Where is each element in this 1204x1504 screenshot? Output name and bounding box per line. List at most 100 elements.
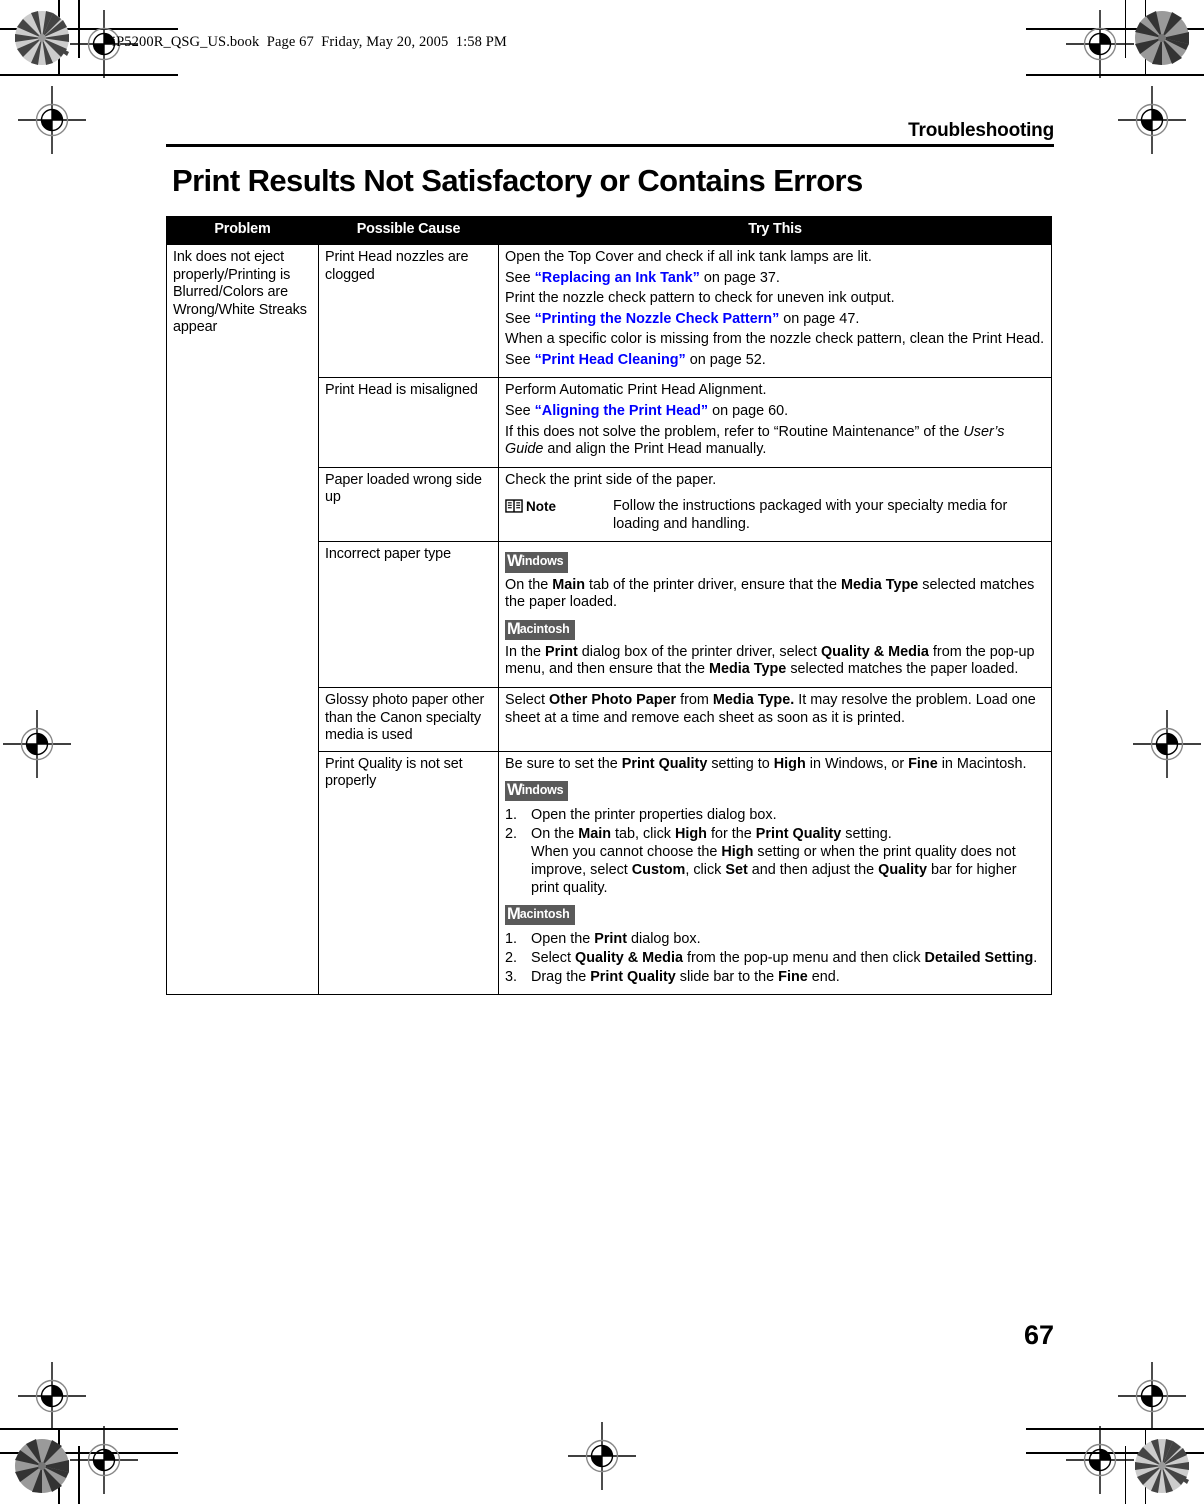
ui-term: Print Quality <box>590 968 676 985</box>
instruction-line: See “Aligning the Print Head” on page 60… <box>505 403 1045 421</box>
crosshair-target-icon <box>568 1422 636 1490</box>
cross-reference-link[interactable]: “Printing the Nozzle Check Pattern” <box>535 311 780 327</box>
list-number: 1. <box>505 807 518 824</box>
text-run: On the <box>505 576 553 593</box>
ui-term: Media Type <box>840 576 919 593</box>
instruction-line: Perform Automatic Print Head Alignment. <box>505 382 767 399</box>
list-item: 3. Drag the Print Quality slide bar to th… <box>505 969 1045 987</box>
instruction-line: Be sure to set the Print Quality setting… <box>505 756 1045 774</box>
crop-line <box>1124 0 1126 58</box>
note-label: Note <box>505 498 613 515</box>
text-run: . <box>1033 949 1038 966</box>
list-number: 3. <box>505 968 518 985</box>
badge-capital: W <box>507 781 523 800</box>
list-number: 2. <box>505 949 518 966</box>
instruction-line: On the Main tab of the printer driver, e… <box>505 577 1045 612</box>
cross-reference-link[interactable]: “Aligning the Print Head” <box>535 403 709 419</box>
crosshair-target-icon <box>1118 86 1186 154</box>
text-run: Be sure to set the <box>505 755 622 772</box>
ui-term: Print <box>545 643 578 660</box>
badge-text: acintosh <box>519 621 570 636</box>
cross-reference-link[interactable]: “Print Head Cleaning” <box>535 352 686 368</box>
crosshair-target-icon <box>3 710 71 778</box>
ui-term: Set <box>725 862 748 879</box>
ui-term: High <box>773 755 806 772</box>
list-item: 1. Open the Print dialog box. <box>505 931 1045 949</box>
macintosh-platform-badge: Macintosh <box>505 904 575 925</box>
badge-text: indows <box>521 554 564 569</box>
crop-line <box>1026 1452 1204 1454</box>
note-text: Follow the instructions packaged with yo… <box>613 498 1008 532</box>
text-run: Open the <box>531 930 595 947</box>
badge-text: indows <box>521 783 564 798</box>
list-item: 2. On the Main tab, click High for the Pr… <box>505 826 1045 897</box>
text-run: setting to <box>707 755 774 772</box>
crop-line <box>0 1452 178 1454</box>
text-run: and align the Print Head manually. <box>543 441 767 458</box>
crop-line <box>0 28 178 30</box>
crosshair-target-icon <box>1133 710 1201 778</box>
instruction-line: Check the print side of the paper. <box>505 471 717 488</box>
crop-line <box>1144 1428 1146 1504</box>
ui-term: Print Quality <box>621 755 708 772</box>
book-icon <box>505 499 523 513</box>
list-item: 1. Open the printer properties dialog box… <box>505 807 1045 825</box>
text-run: Drag the <box>531 968 591 985</box>
instruction-line: Open the Top Cover and check if all ink … <box>505 249 872 266</box>
crop-line <box>78 0 80 58</box>
instruction-line: Print the nozzle check pattern to check … <box>505 290 895 307</box>
text-run: tab, click <box>610 826 675 843</box>
crosshair-target-icon <box>1066 10 1134 78</box>
ui-term: Media Type. <box>712 692 795 709</box>
chapter-heading: Troubleshooting <box>908 120 1054 141</box>
crop-line <box>0 1428 178 1430</box>
badge-capital: M <box>507 904 521 923</box>
text-run: on page 52. <box>685 351 766 368</box>
star-target-icon <box>15 1439 69 1493</box>
badge-capital: W <box>507 552 523 571</box>
text-run: in Windows, or <box>805 755 909 772</box>
ui-term: High <box>674 826 707 843</box>
file-header-stamp: iP5200R_QSG_US.book Page 67 Friday, May … <box>112 34 507 50</box>
windows-platform-badge: Windows <box>505 552 569 573</box>
text-run: Select <box>505 692 549 709</box>
try-this-cell: Windows On the Main tab of the printer d… <box>498 541 1052 689</box>
ui-term: Main <box>552 576 585 593</box>
badge-text: acintosh <box>519 906 570 921</box>
ui-term: Media Type <box>709 661 787 678</box>
text-run: See <box>505 310 535 327</box>
cause-cell: Print Head is misaligned <box>318 377 499 468</box>
instruction-line: When a specific color is missing from th… <box>505 331 1045 348</box>
text-run: In the <box>505 643 546 660</box>
crop-line <box>58 1428 60 1504</box>
instruction-line: See “Printing the Nozzle Check Pattern” … <box>505 311 1045 329</box>
table-row: Ink does not eject properly/Printing is … <box>166 244 1052 995</box>
crosshair-target-icon <box>18 1362 86 1430</box>
instruction-line: See “Replacing an Ink Tank” on page 37. <box>505 270 1045 288</box>
table-header-row: Problem Possible Cause Try This <box>166 215 1052 246</box>
cross-reference-link[interactable]: “Replacing an Ink Tank” <box>535 270 700 286</box>
header-rule <box>166 144 1054 147</box>
text-run: See <box>505 269 535 286</box>
ui-term: Fine <box>908 755 938 772</box>
try-this-cell: Perform Automatic Print Head Alignment. … <box>498 377 1052 468</box>
note-label-text: Note <box>526 499 556 515</box>
list-item: 2. Select Quality & Media from the pop-up… <box>505 950 1045 968</box>
crop-line <box>1026 74 1204 76</box>
problem-cell: Ink does not eject properly/Printing is … <box>166 244 319 995</box>
column-header-try-this: Try This <box>498 215 1052 246</box>
text-run: slide bar to the <box>675 968 779 985</box>
text-run: end. <box>807 968 840 985</box>
text-run: See <box>505 351 535 368</box>
crosshair-target-icon <box>1118 1362 1186 1430</box>
column-header-possible-cause: Possible Cause <box>318 215 499 246</box>
instruction-line: If this does not solve the problem, refe… <box>505 424 1045 459</box>
ui-term: Quality & Media <box>575 949 683 966</box>
list-number: 1. <box>505 930 518 947</box>
crop-line <box>78 1446 80 1504</box>
text-run: and then adjust the <box>747 862 879 879</box>
crop-line <box>1144 0 1146 76</box>
page-number: 67 <box>1023 1320 1054 1350</box>
text-run: dialog box of the printer driver, select <box>577 643 821 660</box>
windows-platform-badge: Windows <box>505 781 569 802</box>
